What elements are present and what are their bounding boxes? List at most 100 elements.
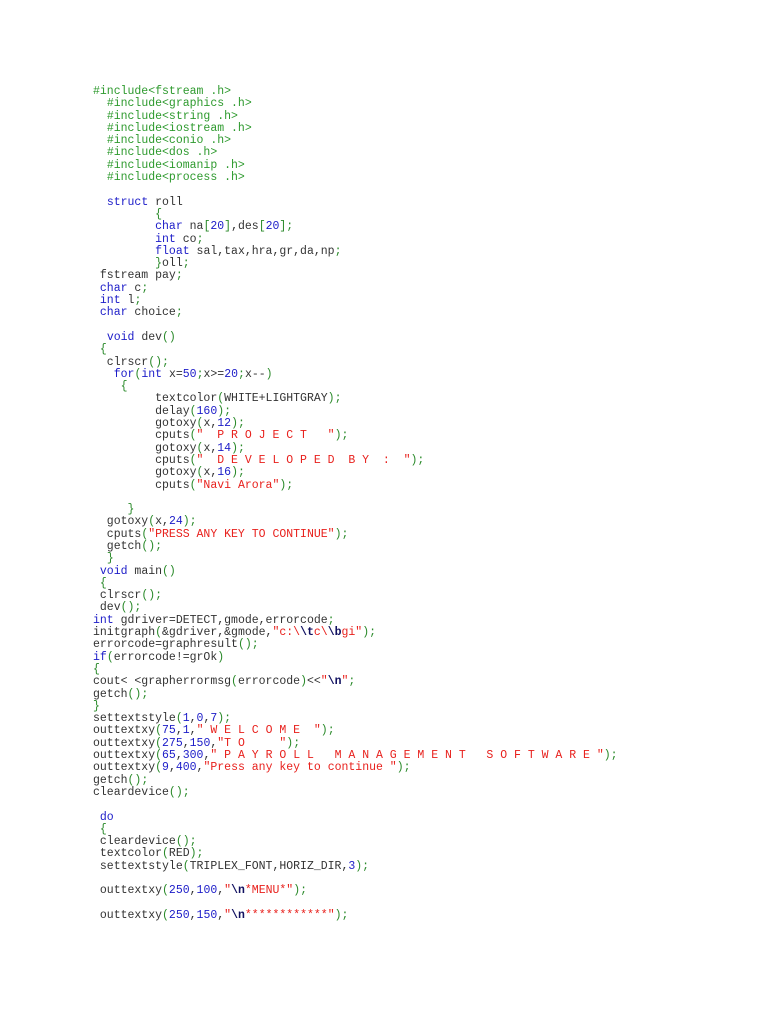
code-text: clrscr [93, 589, 142, 603]
keyword: float [155, 244, 190, 258]
code-text: textcolor [93, 392, 218, 406]
code-line: outtextxy(250,100,"\n*MENU*"); [93, 885, 618, 897]
escape-sequence: \n [231, 908, 245, 922]
code-text: oll [162, 257, 183, 271]
code-text: gotoxy [93, 466, 197, 480]
code-text: initgraph [93, 626, 156, 640]
punctuation: ); [231, 466, 245, 480]
include-directive: #include<iostream .h> [106, 121, 252, 135]
punctuation: { [93, 662, 100, 676]
punctuation: ); [396, 761, 411, 775]
keyword: void [106, 330, 135, 344]
punctuation: ; [175, 306, 183, 320]
number: 250 [168, 884, 190, 898]
code-text: x, [155, 515, 169, 529]
punctuation: ); [327, 392, 342, 406]
punctuation: ); [189, 847, 204, 861]
string-literal: ************" [244, 908, 335, 922]
code-line: clrscr(); [93, 590, 618, 602]
punctuation: ) [217, 650, 225, 664]
code-text: cputs [93, 478, 190, 492]
punctuation: { [155, 207, 163, 221]
punctuation: ( [162, 908, 169, 922]
punctuation: } [93, 699, 100, 713]
string-literal: "T O " [217, 736, 287, 750]
code-text: cleardevice [93, 835, 176, 849]
code-text: gotoxy [93, 441, 197, 455]
code-text: outtextxy [93, 736, 156, 750]
code-text: dev [93, 601, 121, 615]
escape-sequence: \n [327, 675, 342, 689]
code-line: getch(); [93, 688, 618, 701]
include-directive: #include<graphics .h> [106, 97, 252, 111]
punctuation: { [99, 822, 107, 836]
include-directive: #include<string .h> [106, 109, 238, 123]
code-text: settextstyle [93, 859, 183, 873]
punctuation: ( [155, 626, 163, 640]
punctuation: ); [217, 712, 232, 726]
punctuation: ); [320, 724, 335, 738]
code-text: ,des [231, 220, 259, 234]
code-line: do [93, 811, 618, 824]
string-literal: "Press any key to continue " [203, 761, 397, 775]
escape-sequence: \b [327, 626, 342, 640]
punctuation: (); [237, 638, 259, 652]
string-literal: "Navi Arora" [196, 478, 280, 492]
punctuation: () [162, 564, 176, 578]
punctuation: ; [175, 269, 183, 283]
code-text: getch [93, 539, 142, 553]
punctuation: { [99, 576, 107, 590]
code-line: char c; [93, 282, 618, 295]
punctuation: ; [327, 613, 335, 627]
number: 14 [217, 441, 232, 455]
punctuation: (); [175, 835, 197, 849]
code-line: void main() [93, 564, 618, 578]
string-literal: *MENU*" [244, 884, 294, 898]
code-text: , [189, 724, 197, 738]
punctuation: } [106, 552, 114, 566]
keyword: int [99, 294, 121, 308]
include-directive: #include<process .h> [106, 171, 245, 185]
code-text: &gdriver,&gmode, [162, 626, 273, 640]
code-line: cleardevice(); [93, 786, 618, 799]
code-text: RED [168, 847, 190, 861]
number: 100 [196, 884, 218, 898]
number: 65 [162, 749, 176, 763]
punctuation: ); [603, 749, 618, 763]
punctuation: ); [334, 908, 349, 922]
punctuation: ; [196, 232, 204, 246]
code-line: void dev() [93, 330, 618, 344]
code-text: cout< <grapherrormsg [93, 675, 232, 689]
keyword: char [99, 306, 128, 320]
string-literal: "c:\ [272, 626, 301, 640]
keyword: void [99, 564, 128, 578]
punctuation: ( [155, 736, 163, 750]
punctuation: } [127, 503, 135, 517]
code-text: x-- [244, 367, 266, 381]
code-text: , [189, 712, 197, 726]
number: 1 [182, 712, 190, 726]
code-text: x>= [203, 367, 225, 381]
code-text: fstream pay [93, 269, 176, 283]
code-text: cputs [93, 429, 190, 443]
string-literal: c\ [313, 626, 328, 640]
punctuation: ); [231, 417, 245, 431]
punctuation: { [99, 343, 107, 357]
keyword: int [141, 367, 163, 381]
code-text: TRIPLEX_FONT,HORIZ_DIR, [189, 859, 349, 873]
code-line: { [93, 576, 618, 590]
code-text: co [175, 232, 197, 246]
code-text: , [182, 736, 190, 750]
code-text: delay [93, 404, 190, 418]
